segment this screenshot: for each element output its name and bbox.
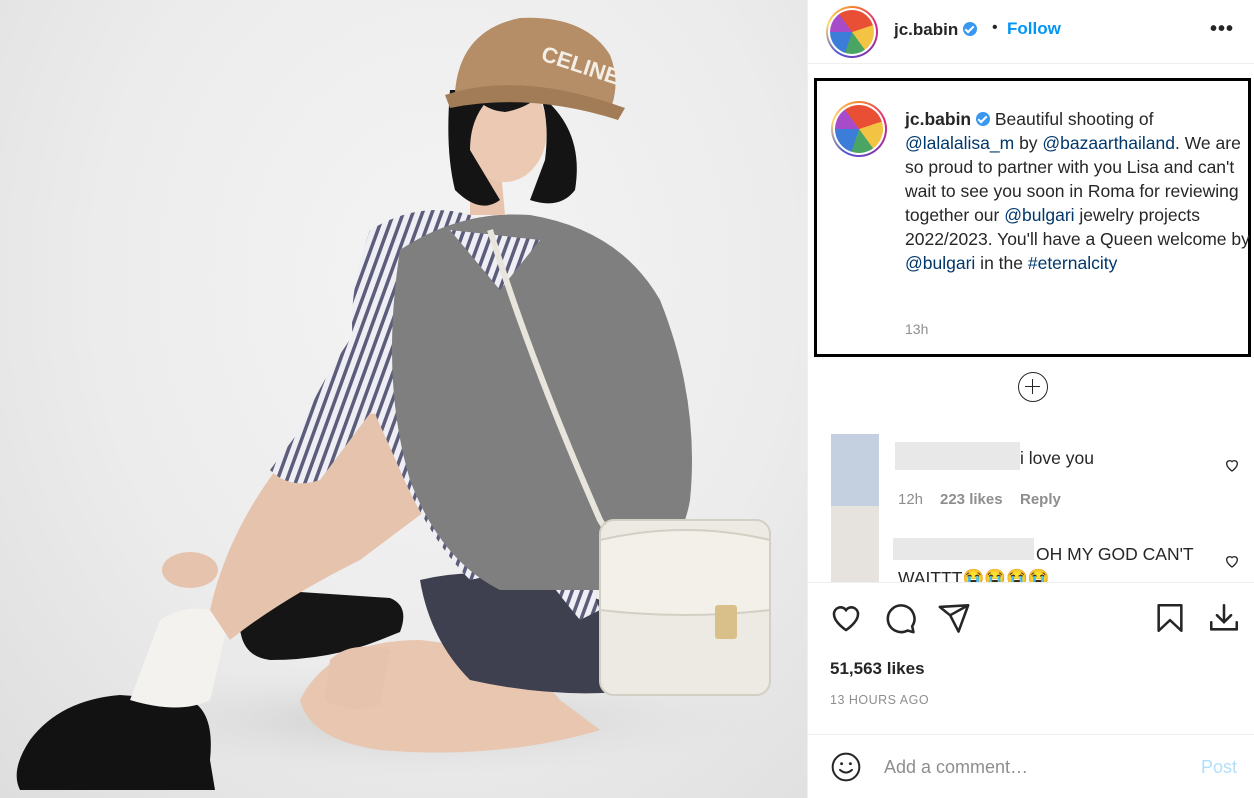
caption-author-avatar[interactable]	[831, 101, 887, 157]
photo-illustration: CELINE	[16, 17, 800, 790]
comment-time[interactable]: 12h	[898, 491, 923, 508]
heart-icon[interactable]	[829, 601, 863, 635]
comment-likes[interactable]: 223 likes	[940, 491, 1003, 508]
caption-username[interactable]: jc.babin	[905, 109, 971, 129]
caption-mention-bulgari[interactable]: @bulgari	[1004, 205, 1074, 225]
caption-text: jc.babin Beautiful shooting of @lalalali…	[905, 107, 1250, 275]
author-username-text[interactable]: jc.babin	[894, 20, 958, 39]
comment-avatar[interactable]	[831, 434, 879, 506]
caption-mention-lalalalisa[interactable]: @lalalalisa_m	[905, 133, 1014, 153]
comment-like-heart-icon[interactable]	[1224, 457, 1240, 473]
post-side-panel: jc.babin • Follow ••• jc.babin Beautiful…	[807, 0, 1254, 798]
comment-like-heart-icon[interactable]	[1224, 553, 1240, 569]
likes-count[interactable]: 51,563 likes	[830, 659, 925, 679]
caption-timestamp[interactable]: 13h	[905, 321, 928, 337]
share-icon[interactable]	[937, 601, 971, 635]
comment-icon[interactable]	[883, 601, 917, 635]
post-timestamp[interactable]: 13 HOURS AGO	[830, 693, 929, 707]
caption-verified-badge-icon	[976, 112, 990, 126]
comment-text-line2: WAITTT😭😭😭😭	[898, 568, 1050, 582]
comment-text: i love you	[1020, 448, 1094, 468]
caption-seg-2: by	[1014, 133, 1043, 153]
author-avatar[interactable]	[826, 6, 878, 58]
emoji-icon[interactable]	[830, 751, 862, 783]
comments-list: i love you 12h 223 likes Reply OH MY GOD…	[808, 420, 1254, 582]
post-photo[interactable]: CELINE	[0, 0, 807, 798]
header-separator: •	[992, 19, 998, 36]
post-actions: 51,563 likes 13 HOURS AGO	[808, 582, 1254, 734]
load-more-comments-icon[interactable]	[1018, 372, 1048, 402]
comment-text: OH MY GOD CAN'T	[1036, 544, 1194, 564]
comment-reply-button[interactable]: Reply	[1020, 491, 1061, 508]
download-icon[interactable]	[1207, 601, 1241, 635]
post-comment-button[interactable]: Post	[1201, 757, 1237, 778]
post-header: jc.babin • Follow •••	[808, 0, 1254, 64]
caption-highlight-box: jc.babin Beautiful shooting of @lalalali…	[814, 78, 1251, 357]
author-username[interactable]: jc.babin	[894, 20, 977, 40]
redacted-username	[893, 538, 1034, 560]
bookmark-icon[interactable]	[1153, 601, 1187, 635]
comment-avatar[interactable]	[831, 506, 879, 582]
caption-mention-bazaarthailand[interactable]: @bazaarthailand	[1042, 133, 1175, 153]
caption-mention-bulgari-2[interactable]: @bulgari	[905, 253, 975, 273]
caption-seg-0: Beautiful shooting of	[990, 109, 1154, 129]
comment-input[interactable]	[884, 753, 1184, 781]
caption-seg-8: in the	[975, 253, 1028, 273]
more-options-icon[interactable]: •••	[1210, 18, 1234, 41]
verified-badge-icon	[962, 22, 977, 36]
caption-hashtag-eternalcity[interactable]: #eternalcity	[1028, 253, 1118, 273]
redacted-username	[895, 442, 1020, 470]
follow-button[interactable]: Follow	[1007, 19, 1061, 39]
add-comment-bar: Post	[808, 734, 1254, 798]
